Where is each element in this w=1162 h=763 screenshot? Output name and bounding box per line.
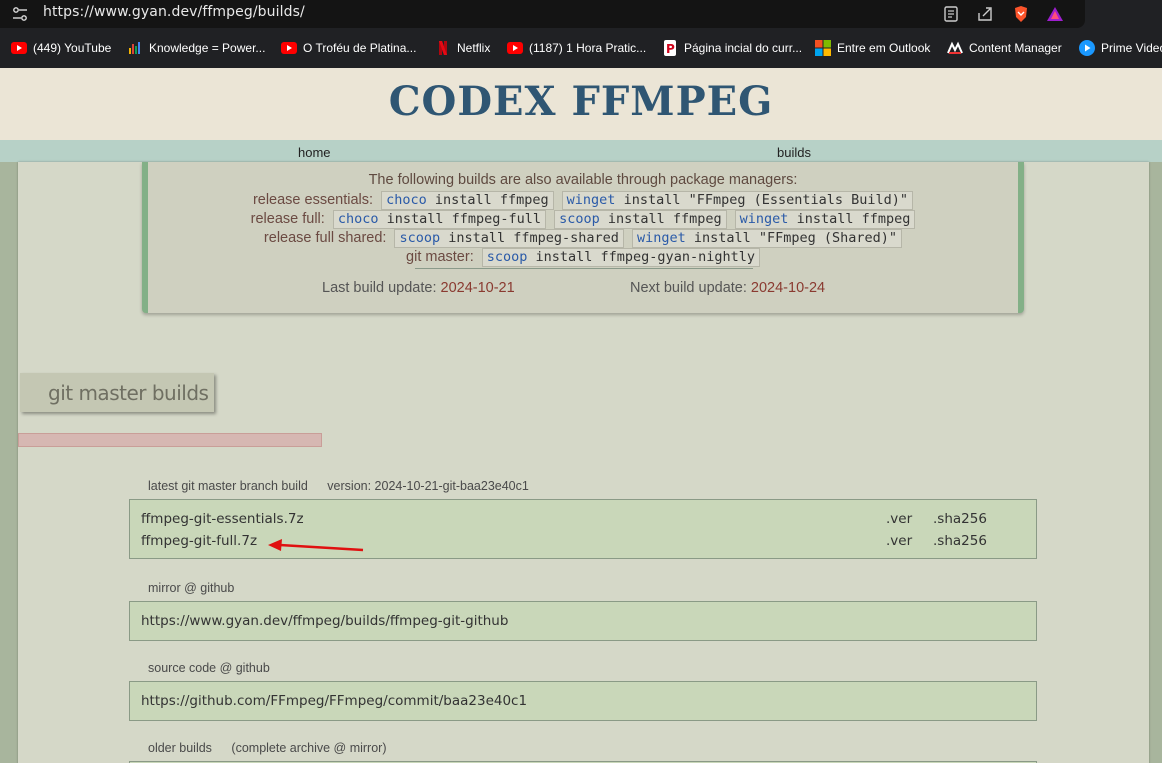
bookmark-content-manager[interactable]: Content Manager (947, 39, 1062, 57)
browser-toolbar: https://www.gyan.dev/ffmpeg/builds/ (0, 0, 1162, 28)
git-master-section-tab: git master builds (20, 373, 214, 412)
bookmark-label: Página incial do curr... (684, 41, 803, 55)
nav-home-link[interactable]: home (298, 145, 331, 160)
bookmark-prime-video[interactable]: Prime Video (1079, 39, 1162, 57)
bookmark-pratica[interactable]: (1187) 1 Hora Pratic... (507, 39, 646, 57)
site-title[interactable]: CODEX FFMPEG (0, 78, 1162, 125)
content-manager-icon (947, 40, 963, 56)
mirror-label: mirror @ github (148, 581, 235, 595)
youtube-icon (11, 40, 27, 56)
release-full-label: release full: (250, 211, 325, 227)
next-update-date: 2024-10-24 (750, 280, 826, 296)
brave-rewards-icon[interactable] (1045, 4, 1065, 24)
source-url-link[interactable]: https://github.com/FFmpeg/FFmpeg/commit/… (141, 693, 527, 709)
latest-build-label-row: latest git master branch build version: … (148, 479, 529, 493)
site-settings-icon[interactable] (11, 6, 29, 22)
youtube-icon (507, 40, 523, 56)
share-icon[interactable] (975, 4, 995, 24)
winget-shared-cmd[interactable]: winget install "FFmpeg (Shared)" (631, 229, 903, 248)
site-header: CODEX FFMPEG (0, 68, 1162, 140)
older-builds-archive-link[interactable]: (complete archive @ mirror) (231, 741, 386, 755)
web-page: CODEX FFMPEG home builds The following b… (0, 68, 1162, 763)
bookmark-label: Knowledge = Power... (149, 41, 266, 55)
bookmark-pagina-inicial[interactable]: P Página incial do curr... (662, 39, 802, 57)
release-full-shared-label: release full shared: (263, 230, 387, 246)
section-underline-bar (18, 433, 322, 447)
bookmark-outlook[interactable]: Entre em Outlook (815, 39, 930, 57)
url-text[interactable]: https://www.gyan.dev/ffmpeg/builds/ (43, 4, 305, 20)
main-content: The following builds are also available … (18, 162, 1149, 763)
full-sha256-link[interactable]: .sha256 (933, 533, 987, 549)
winget-essentials-cmd[interactable]: winget install "FFmpeg (Essentials Build… (561, 191, 914, 210)
section-title: git master builds (48, 381, 209, 405)
essentials-sha256-link[interactable]: .sha256 (933, 511, 987, 527)
scoop-full-cmd[interactable]: scoop install ffmpeg (554, 210, 727, 229)
last-update-date: 2024-10-21 (440, 280, 515, 296)
reader-mode-icon[interactable] (941, 4, 961, 24)
p-icon: P (662, 40, 678, 56)
essentials-ver-link[interactable]: .ver (886, 511, 912, 527)
scoop-shared-cmd[interactable]: scoop install ffmpeg-shared (394, 229, 624, 248)
winget-full-cmd[interactable]: winget install ffmpeg (734, 210, 916, 229)
address-bar[interactable]: https://www.gyan.dev/ffmpeg/builds/ (0, 0, 1085, 28)
bookmark-label: Content Manager (969, 41, 1062, 55)
older-builds-label-row: older builds (complete archive @ mirror) (148, 741, 387, 755)
bookmark-label: (449) YouTube (33, 41, 112, 55)
package-managers-box: The following builds are also available … (142, 162, 1024, 313)
choco-essentials-cmd[interactable]: choco install ffmpeg (381, 191, 554, 210)
bookmark-label: O Troféu de Platina... (303, 41, 417, 55)
bookmark-label: Prime Video (1101, 41, 1162, 55)
chart-icon (127, 40, 143, 56)
site-nav: home builds (0, 140, 1162, 162)
release-essentials-label: release essentials: (252, 192, 374, 208)
bookmark-knowledge[interactable]: Knowledge = Power... (127, 39, 265, 57)
release-essentials-row: release essentials: choco install ffmpeg… (148, 191, 1018, 210)
netflix-icon (435, 40, 451, 56)
latest-build-label: latest git master branch build (148, 479, 308, 493)
package-intro: The following builds are also available … (368, 172, 798, 188)
full-ver-link[interactable]: .ver (886, 533, 912, 549)
file-full-link[interactable]: ffmpeg-git-full.7z (141, 533, 257, 549)
svg-text:P: P (666, 42, 675, 56)
bookmarks-bar: (449) YouTube Knowledge = Power... O Tro… (0, 28, 1162, 68)
bookmark-label: (1187) 1 Hora Pratic... (529, 41, 647, 55)
source-box: https://github.com/FFmpeg/FFmpeg/commit/… (129, 681, 1037, 721)
bookmark-label: Entre em Outlook (837, 41, 931, 55)
next-build-update: Next build update: 2024-10-24 (630, 280, 826, 296)
latest-build-files-box: ffmpeg-git-essentials.7z .ver .sha256 ff… (129, 499, 1037, 559)
release-full-row: release full: choco install ffmpeg-full … (148, 210, 1018, 229)
mirror-url-link[interactable]: https://www.gyan.dev/ffmpeg/builds/ffmpe… (141, 613, 508, 629)
file-essentials-link[interactable]: ffmpeg-git-essentials.7z (141, 511, 304, 527)
source-label: source code @ github (148, 661, 270, 675)
bookmark-youtube[interactable]: (449) YouTube (11, 39, 111, 57)
nav-builds-link[interactable]: builds (777, 145, 811, 160)
git-master-row: git master: scoop install ffmpeg-gyan-ni… (148, 248, 1018, 267)
git-master-label: git master: (406, 249, 474, 265)
bookmark-label: Netflix (457, 41, 491, 55)
mirror-box: https://www.gyan.dev/ffmpeg/builds/ffmpe… (129, 601, 1037, 641)
divider (415, 268, 753, 269)
release-full-shared-row: release full shared: scoop install ffmpe… (148, 229, 1018, 248)
version-label: version: 2024-10-21-git-baa23e40c1 (327, 479, 529, 493)
older-builds-label: older builds (148, 741, 212, 755)
youtube-icon (281, 40, 297, 56)
bookmark-trofeu[interactable]: O Troféu de Platina... (281, 39, 416, 57)
bookmark-netflix[interactable]: Netflix (435, 39, 490, 57)
brave-shields-icon[interactable] (1011, 4, 1031, 24)
prime-video-icon (1079, 40, 1095, 56)
choco-full-cmd[interactable]: choco install ffmpeg-full (332, 210, 547, 229)
scoop-nightly-cmd[interactable]: scoop install ffmpeg-gyan-nightly (481, 248, 760, 267)
microsoft-icon (815, 40, 831, 56)
last-build-update: Last build update: 2024-10-21 (322, 280, 515, 296)
